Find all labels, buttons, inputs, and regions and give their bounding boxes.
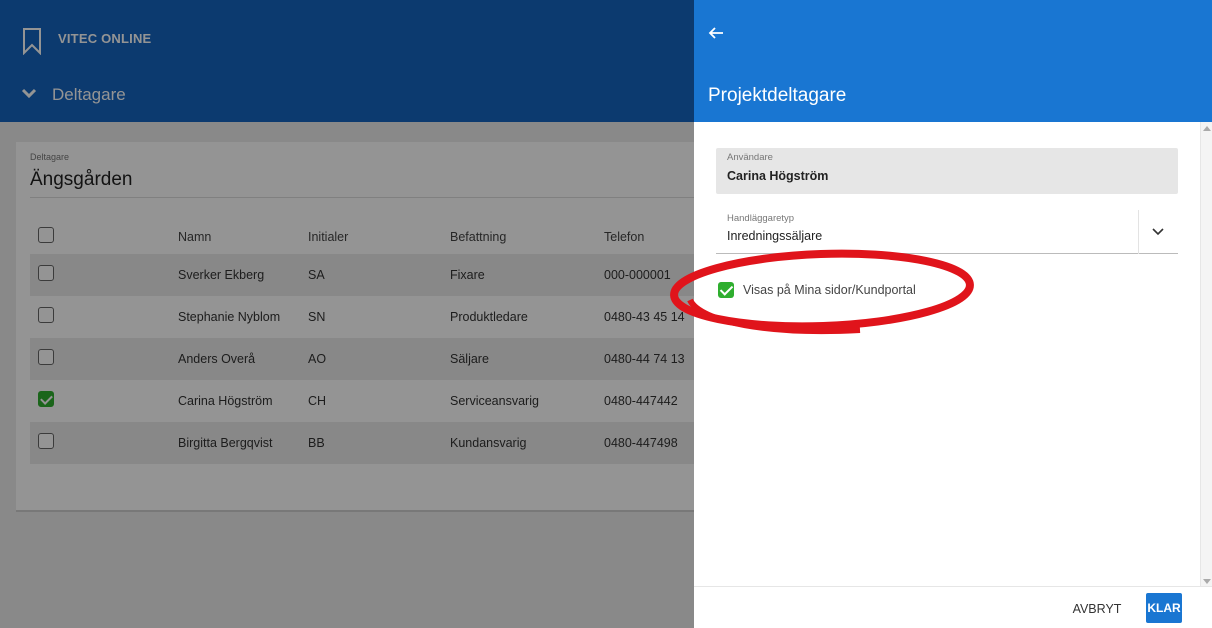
handler-type-select[interactable]: Handläggaretyp Inredningssäljare [716, 210, 1178, 254]
cancel-button[interactable]: AVBRYT [1068, 596, 1126, 622]
user-field-label: Användare [727, 152, 773, 163]
done-button[interactable]: KLAR [1146, 593, 1182, 623]
visible-on-portal-label[interactable]: Visas på Mina sidor/Kundportal [743, 283, 916, 297]
user-field-value: Carina Högström [727, 169, 829, 183]
handler-type-value[interactable]: Inredningssäljare [727, 229, 822, 243]
chevron-down-icon[interactable] [1138, 210, 1176, 254]
panel-header: Projektdeltagare [694, 0, 1212, 122]
panel-footer: AVBRYT KLAR [694, 586, 1212, 628]
scrollbar[interactable] [1200, 122, 1212, 588]
panel-title: Projektdeltagare [708, 85, 847, 106]
scroll-down-icon[interactable] [1203, 579, 1211, 584]
handler-type-label: Handläggaretyp [727, 213, 795, 224]
side-panel: Projektdeltagare Användare Carina Högstr… [694, 0, 1212, 628]
visible-on-portal-checkbox[interactable] [718, 282, 734, 298]
user-field: Användare Carina Högström [716, 148, 1178, 194]
scroll-up-icon[interactable] [1203, 126, 1211, 131]
arrow-left-icon[interactable] [708, 26, 724, 40]
